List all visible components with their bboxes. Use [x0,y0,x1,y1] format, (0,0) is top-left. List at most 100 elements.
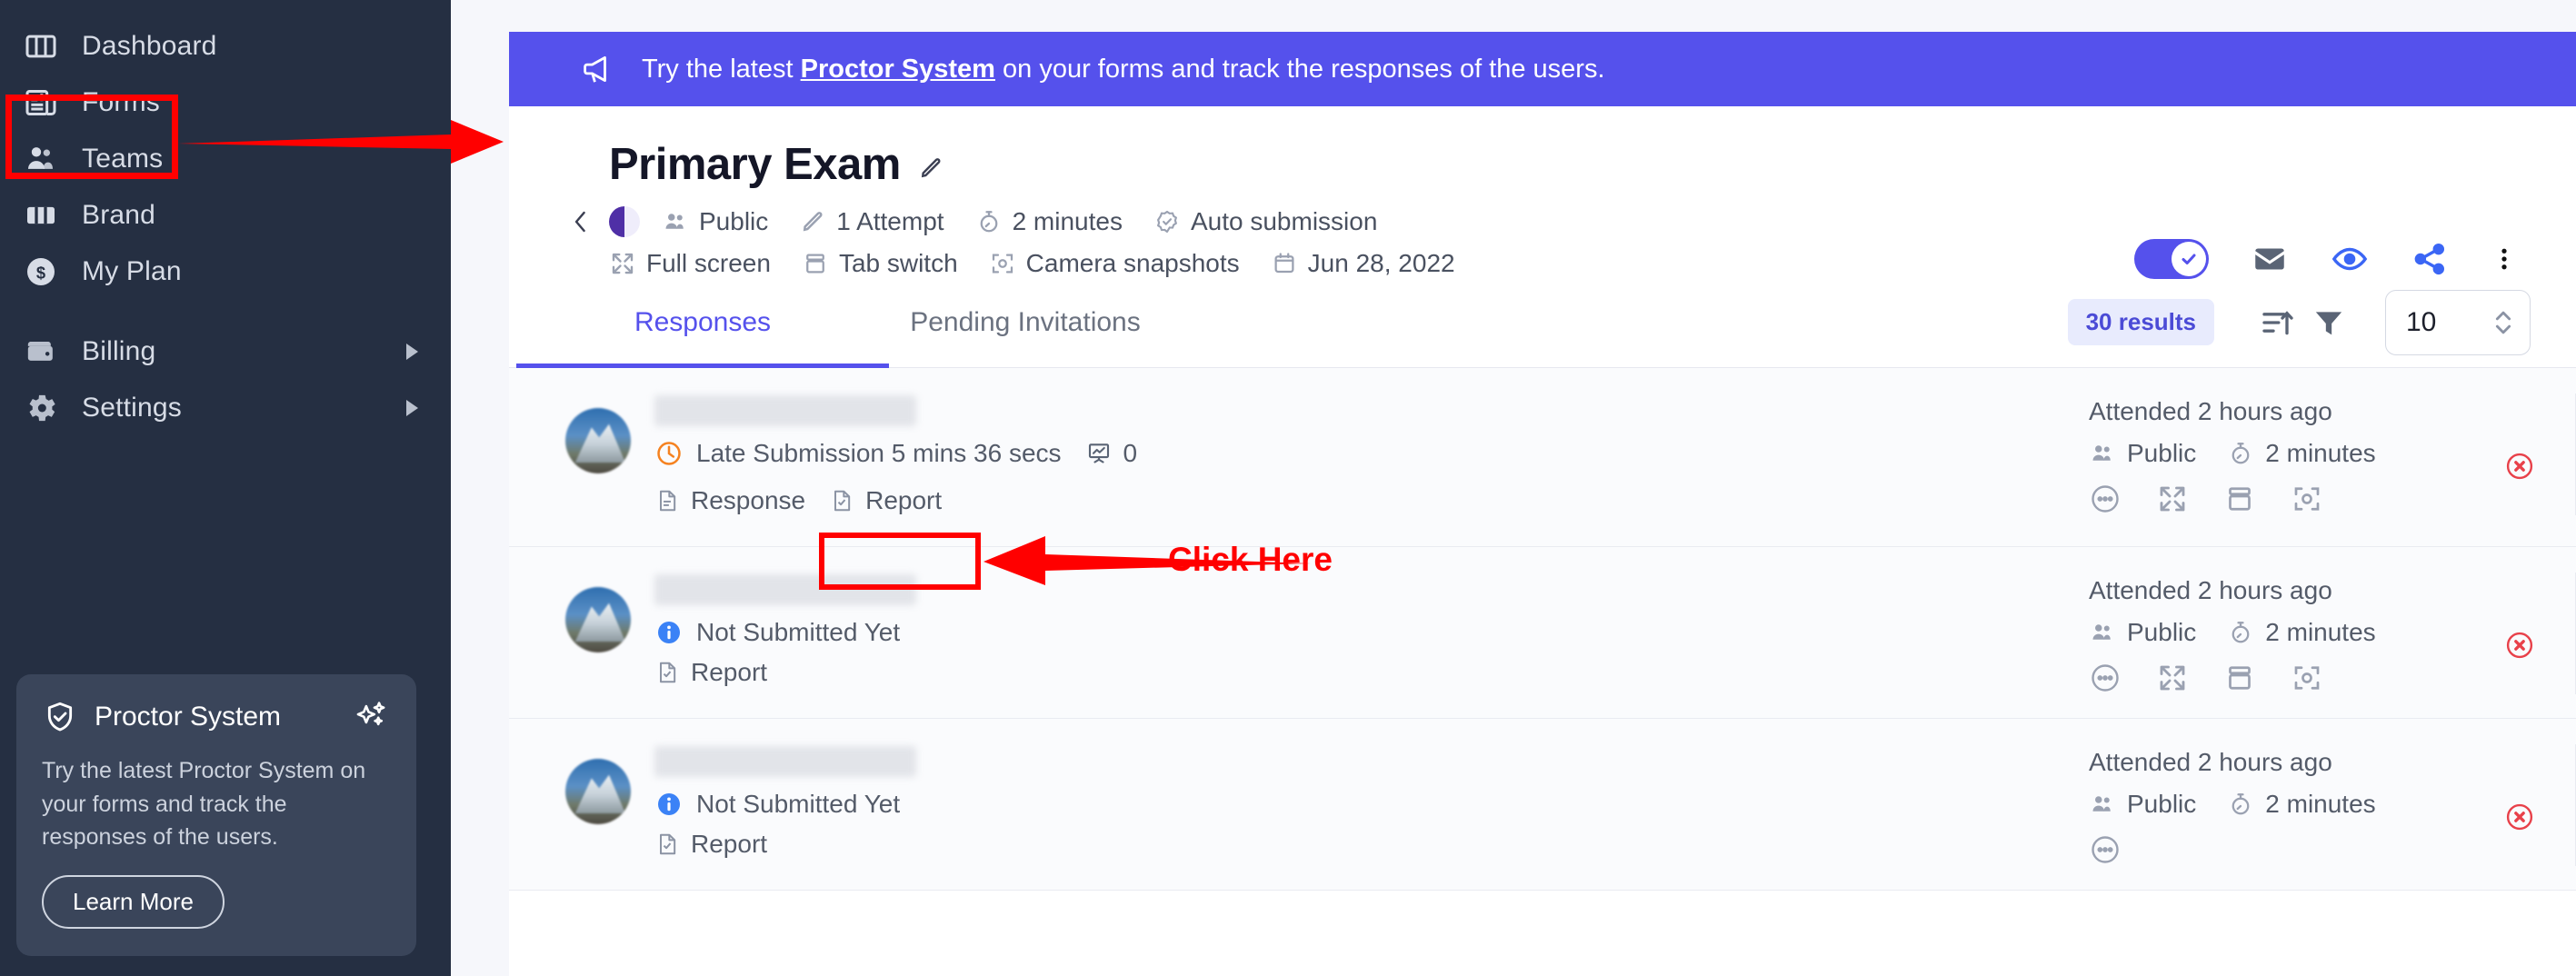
document-icon [654,487,680,514]
document-check-icon [654,659,680,686]
stopwatch-icon [975,208,1003,235]
page-size-stepper[interactable]: 10 [2385,290,2531,355]
camera-snapshot-icon[interactable] [2291,662,2323,694]
tab-switch-icon [802,250,829,277]
filter-icon[interactable] [2311,304,2347,341]
attended-text: Attended 2 hours ago [2089,397,2332,426]
sidebar-item-billing[interactable]: Billing [0,324,451,380]
report-link[interactable]: Report [654,658,767,687]
eye-icon[interactable] [2331,240,2369,278]
row-main: Late Submission 5 mins 36 secs 0 [509,393,2067,523]
redacted-name [654,746,916,777]
sidebar-item-label: Dashboard [82,31,217,62]
expand-icon[interactable] [2156,483,2189,515]
tab-switch-icon[interactable] [2223,662,2256,694]
row-status: Late Submission 5 mins 36 secs 0 [654,439,1137,468]
form-active-toggle[interactable] [2134,239,2209,279]
row-visibility-label: Public [2127,439,2196,468]
sidebar-item-label: Forms [82,87,160,118]
expand-icon[interactable] [2156,662,2189,694]
sidebar-item-label: My Plan [82,256,182,287]
row-status-text: Not Submitted Yet [696,790,900,819]
sort-ascending-icon[interactable] [2260,304,2296,341]
row-side-meta: Public 2 minutes [2089,618,2407,647]
sidebar-item-settings[interactable]: Settings [0,380,451,436]
avatar [565,759,631,824]
report-link-label: Report [691,658,767,687]
check-badge-icon [1153,208,1181,235]
pencil-icon[interactable] [917,154,944,182]
camera-snapshot-icon[interactable] [2291,483,2323,515]
redacted-name [654,574,916,605]
mail-icon[interactable] [2251,240,2289,278]
row-visibility: Public [2089,790,2196,819]
row-duration-label: 2 minutes [2265,618,2375,647]
meta-label: Public [699,209,768,234]
sidebar-item-label: Settings [82,393,182,423]
response-link-label: Response [691,486,805,515]
close-circle-icon[interactable] [2503,801,2536,833]
sidebar-item-my-plan[interactable]: $ My Plan [0,244,451,300]
page-size-value: 10 [2406,307,2436,338]
sidebar-item-dashboard[interactable]: Dashboard [0,18,451,75]
share-icon[interactable] [2411,240,2449,278]
report-link[interactable]: Report [654,830,767,859]
row-side: Attended 2 hours ago Public [2067,744,2576,866]
tab-switch-icon[interactable] [2223,483,2256,515]
ellipsis-circle-icon[interactable] [2089,833,2122,866]
meta-label: Camera snapshots [1026,251,1240,276]
row-info: Not Submitted Yet Report [654,744,916,859]
content-panel: Try the latest Proctor System on your fo… [509,32,2576,976]
meta-duration: 2 minutes [975,208,1123,235]
table-row[interactable]: Not Submitted Yet Report [509,719,2576,891]
row-links: Report [654,658,916,687]
row-chart-chip: 0 [1085,439,1138,468]
sidebar-item-forms[interactable]: Forms [0,75,451,131]
document-check-icon [654,831,680,858]
chevron-right-icon [406,344,418,360]
row-action-icons [2089,833,2156,866]
more-vertical-icon[interactable] [2491,240,2518,278]
row-main: Not Submitted Yet Report [509,744,2067,859]
ellipsis-circle-icon[interactable] [2089,483,2122,515]
table-row[interactable]: Late Submission 5 mins 36 secs 0 [509,368,2576,547]
promo-banner[interactable]: Try the latest Proctor System on your fo… [509,32,2576,106]
meta-date: Jun 28, 2022 [1271,250,1455,277]
people-icon [662,208,689,235]
promo-description: Try the latest Proctor System on your fo… [42,754,391,853]
row-action-icons [2089,483,2358,515]
meta-label: Tab switch [839,251,958,276]
info-icon [654,618,684,647]
stepper-updown-icon[interactable] [2493,304,2513,341]
table-row[interactable]: Not Submitted Yet Report [509,547,2576,719]
row-side: Attended 2 hours ago Public [2067,393,2576,515]
ellipsis-circle-icon[interactable] [2089,662,2122,694]
close-circle-icon[interactable] [2503,450,2536,483]
row-links: Report [654,830,916,859]
response-link[interactable]: Response [654,486,805,515]
report-link[interactable]: Report [818,479,962,523]
learn-more-button[interactable]: Learn More [42,875,225,929]
row-links: Response Report [654,479,1137,523]
meta-visibility: Public [662,208,768,235]
meta-fullscreen: Full screen [609,250,771,277]
row-duration: 2 minutes [2227,790,2375,819]
chevron-left-icon[interactable] [565,206,596,237]
tab-responses[interactable]: Responses [607,277,798,368]
main-content: Try the latest Proctor System on your fo… [451,0,2576,976]
svg-text:$: $ [36,264,45,283]
tab-pending-invitations[interactable]: Pending Invitations [889,277,1162,368]
attended-text: Attended 2 hours ago [2089,748,2332,777]
gear-icon [20,387,62,429]
tabs-right-controls: 30 results 10 [2068,290,2531,355]
sidebar-item-teams[interactable]: Teams [0,131,451,187]
sidebar-item-brand[interactable]: Brand [0,187,451,244]
row-visibility: Public [2089,439,2196,468]
banner-link[interactable]: Proctor System [801,55,995,84]
meta-label: Jun 28, 2022 [1308,251,1455,276]
banner-text-after: on your forms and track the responses of… [995,55,1605,84]
proctor-system-promo-card[interactable]: Proctor System Try the latest Proctor Sy… [16,674,416,956]
page-title: Primary Exam [609,139,901,190]
camera-snapshot-icon [989,250,1016,277]
close-circle-icon[interactable] [2503,629,2536,662]
